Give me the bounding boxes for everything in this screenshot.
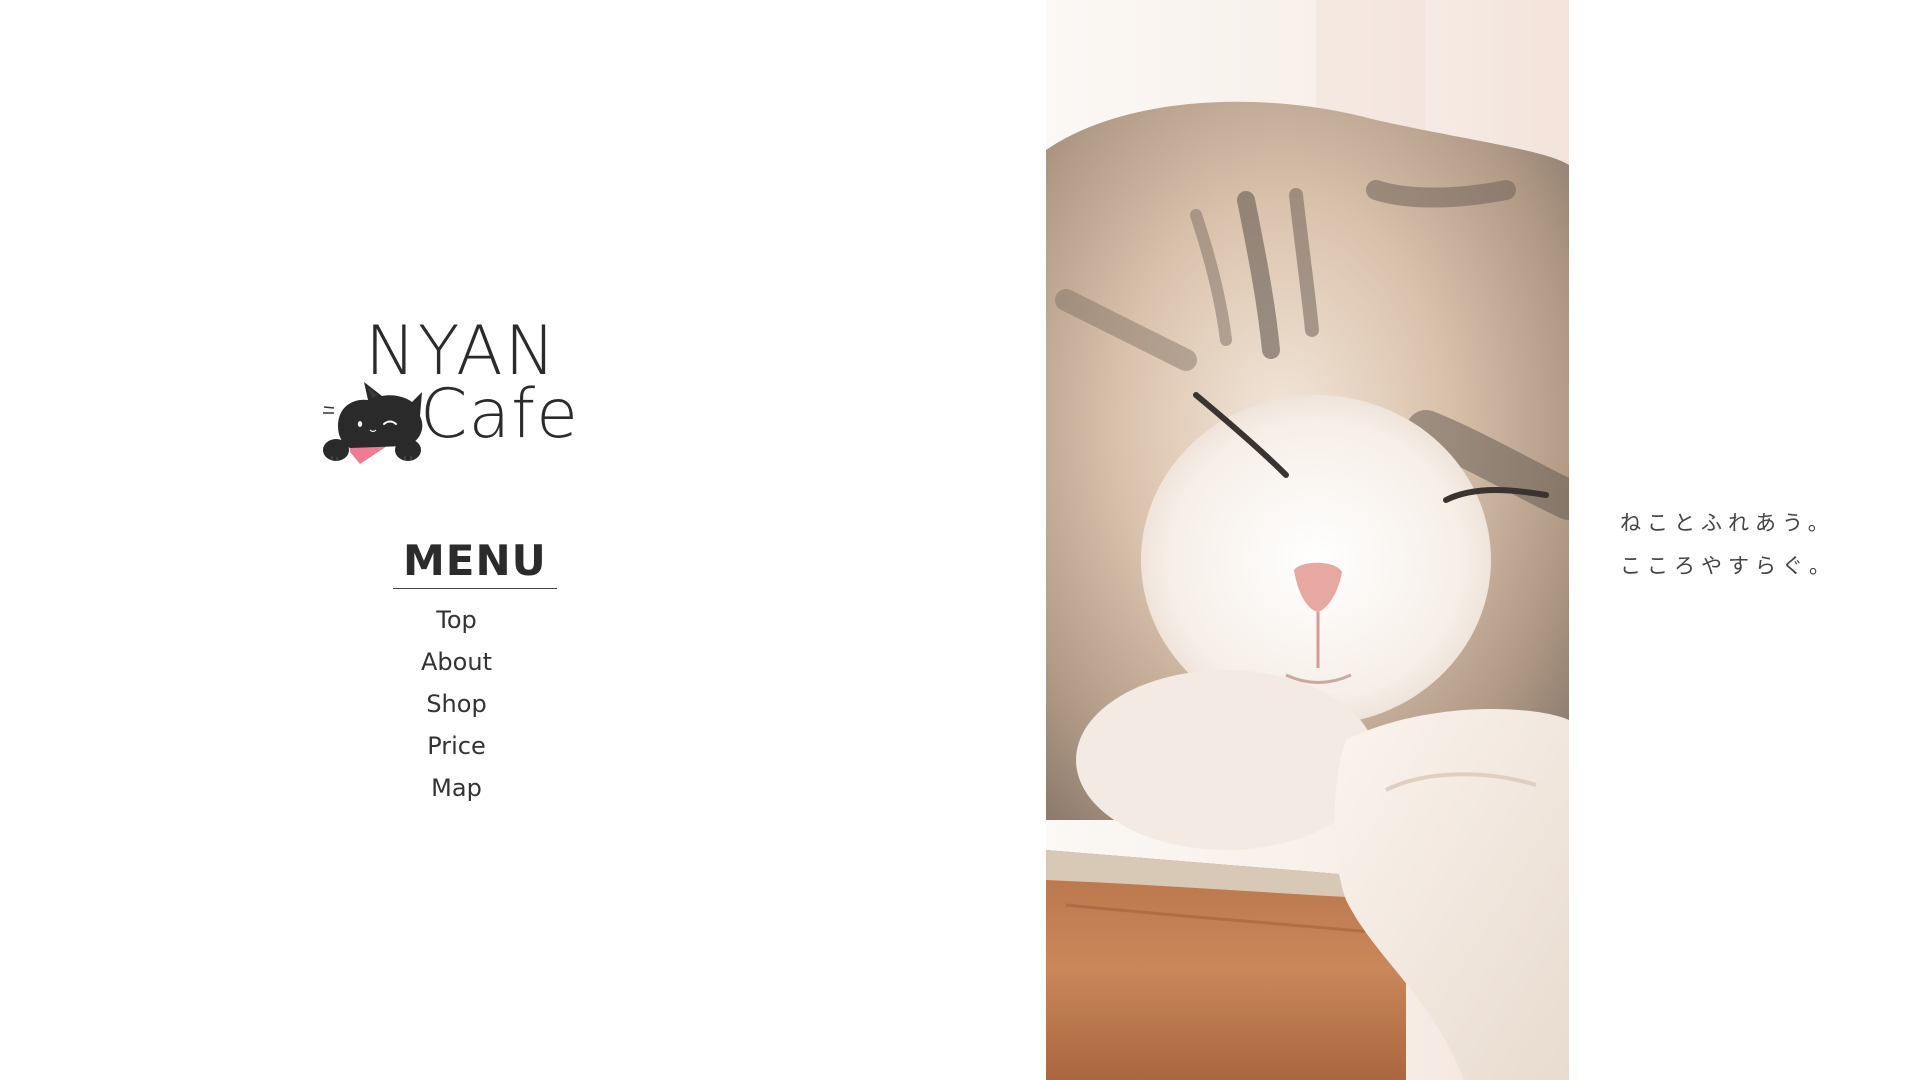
- menu-item-about[interactable]: About: [380, 641, 533, 683]
- tagline-line-1: ねことふれあう。: [1620, 511, 1835, 535]
- tagline-line-2: こころやすらぐ。: [1620, 554, 1836, 578]
- black-cat-mascot-icon: [323, 382, 423, 464]
- menu-item-shop[interactable]: Shop: [380, 683, 533, 725]
- page: NYAN Cafe MENU Top About Shop Price Map …: [0, 0, 1920, 1080]
- tagline: ねことふれあう。 こころやすらぐ。: [1620, 502, 1900, 588]
- sidebar: NYAN Cafe MENU Top About Shop Price Map: [0, 0, 920, 1080]
- site-logo[interactable]: NYAN Cafe: [320, 312, 580, 472]
- logo-text-cafe: Cafe: [420, 375, 579, 454]
- menu-heading: MENU: [393, 536, 557, 589]
- hero-photo: [1046, 0, 1569, 1080]
- menu-item-map[interactable]: Map: [380, 767, 533, 809]
- menu-list: Top About Shop Price Map: [393, 599, 533, 809]
- menu-item-top[interactable]: Top: [380, 599, 533, 641]
- main-menu: MENU Top About Shop Price Map: [393, 536, 557, 809]
- menu-item-price[interactable]: Price: [380, 725, 533, 767]
- sleeping-cat-photo: [1046, 0, 1569, 1080]
